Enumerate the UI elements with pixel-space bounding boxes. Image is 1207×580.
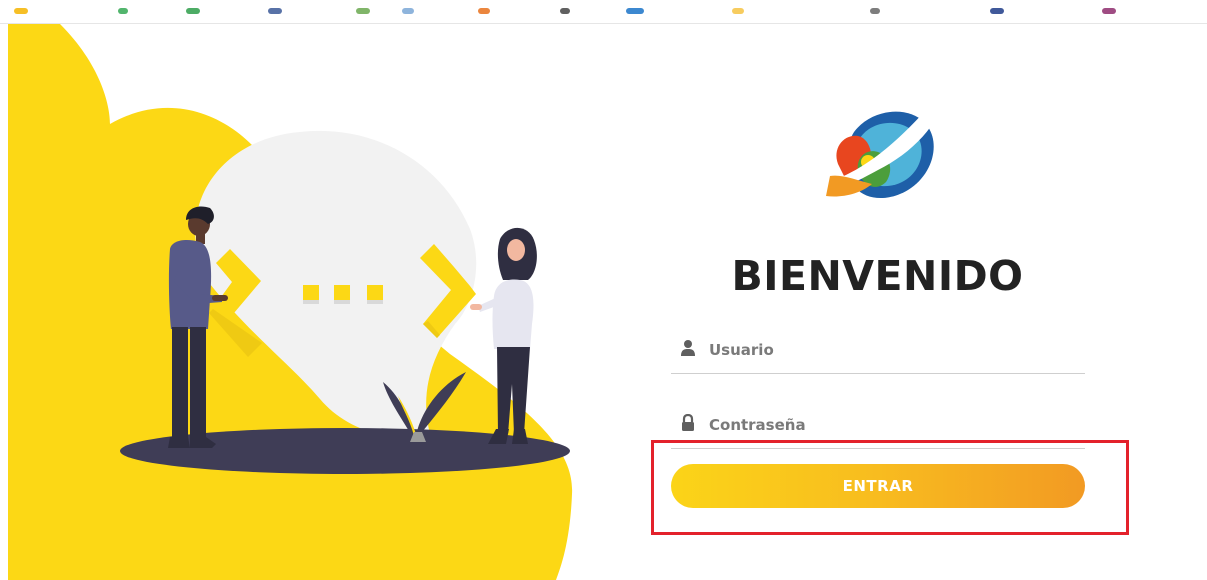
- bookmark-favicon[interactable]: [186, 8, 200, 14]
- bookmark-favicon[interactable]: [118, 8, 128, 14]
- user-icon: [681, 340, 695, 356]
- bookmark-favicon[interactable]: [990, 8, 1004, 14]
- bookmark-favicon[interactable]: [1102, 8, 1116, 14]
- bookmark-favicon[interactable]: [268, 8, 282, 14]
- login-button[interactable]: ENTRAR: [671, 464, 1085, 508]
- username-field: [671, 334, 1085, 374]
- bookmark-favicon[interactable]: [732, 8, 744, 14]
- bookmark-favicon[interactable]: [14, 8, 28, 14]
- bookmark-favicon[interactable]: [478, 8, 490, 14]
- username-input[interactable]: [709, 336, 1069, 364]
- bookmark-favicon[interactable]: [356, 8, 370, 14]
- bookmark-favicon[interactable]: [402, 8, 414, 14]
- welcome-illustration: [8, 24, 573, 580]
- password-input[interactable]: [709, 411, 1069, 439]
- bookmarks-bar: [0, 0, 1207, 24]
- bookmark-favicon[interactable]: [626, 8, 644, 14]
- bookmark-favicon[interactable]: [560, 8, 570, 14]
- brand-logo: [818, 110, 940, 199]
- lock-icon: [682, 414, 694, 431]
- bookmark-favicon[interactable]: [870, 8, 880, 14]
- page-title: BIENVENIDO: [731, 252, 1024, 300]
